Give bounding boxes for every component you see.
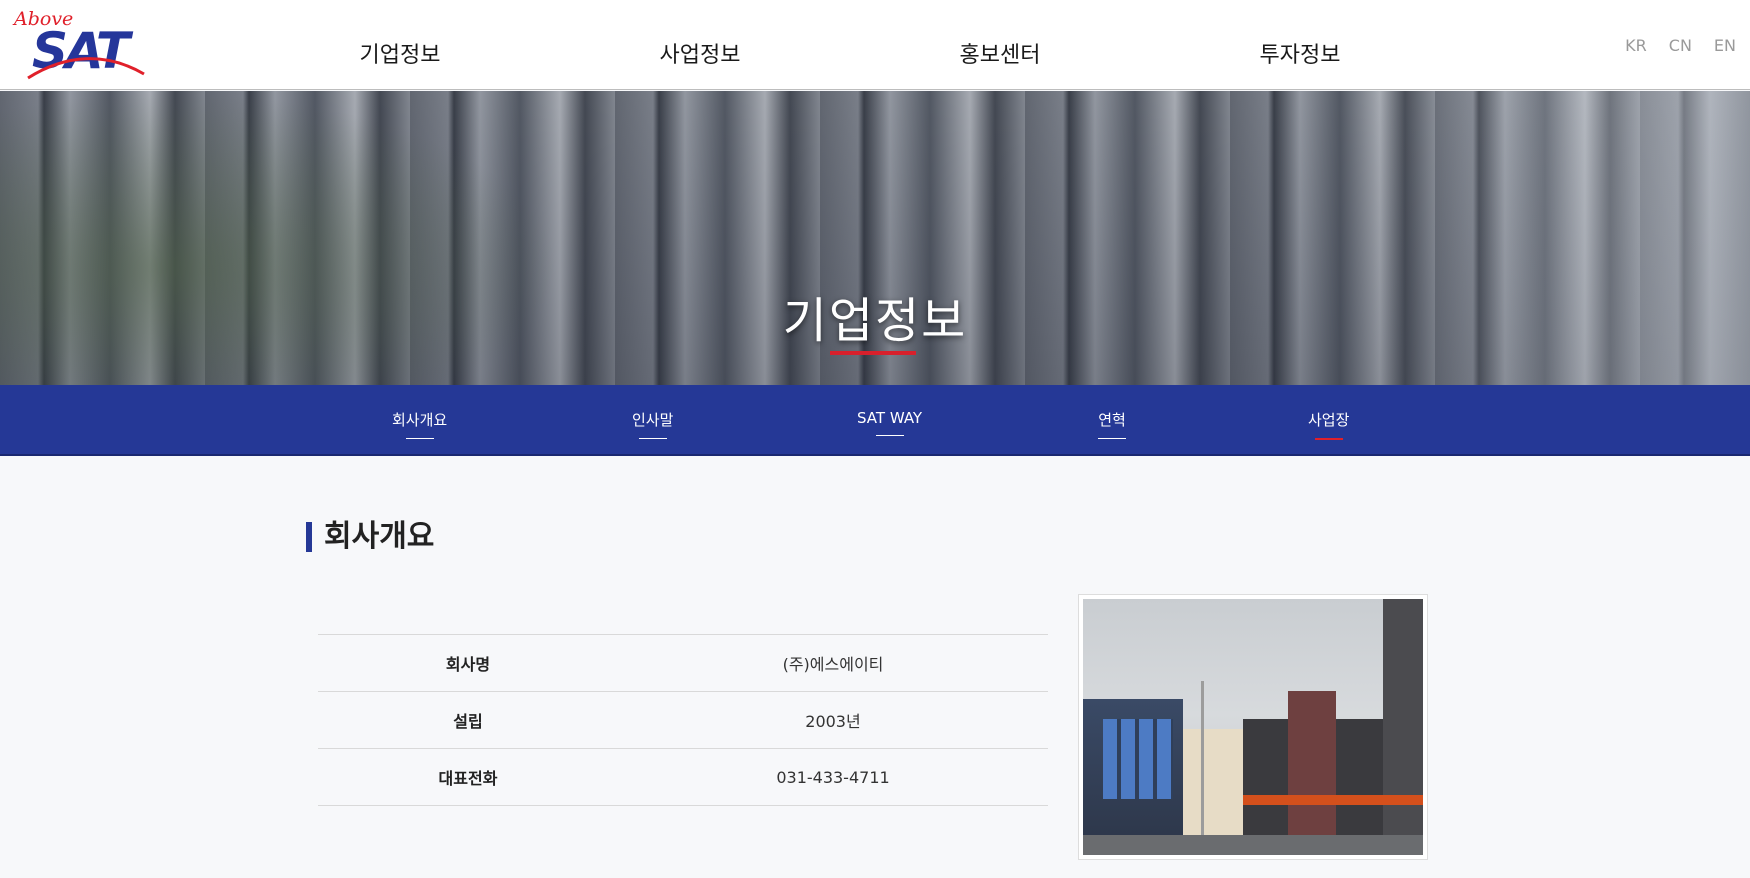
subnav-label: 회사개요 xyxy=(392,411,448,429)
row-value: 031-433-4711 xyxy=(776,767,890,787)
subnav-sat-way[interactable]: SAT WAY xyxy=(857,409,922,436)
subnav-underline xyxy=(875,435,904,436)
main-nav: 기업정보 사업정보 홍보센터 투자정보 xyxy=(250,0,1450,90)
row-value: 2003년 xyxy=(805,712,861,731)
row-value: (주)에스에이티 xyxy=(782,655,884,674)
nav-business-info[interactable]: 사업정보 xyxy=(550,0,850,90)
table-row: 회사명 (주)에스에이티 xyxy=(318,634,1048,692)
photo-lamp-pole xyxy=(1201,681,1204,855)
language-switcher: KR CN EN xyxy=(1625,36,1736,55)
lang-cn[interactable]: CN xyxy=(1669,36,1692,55)
hero-title-underline xyxy=(830,351,916,355)
photo-orange-stripe xyxy=(1243,795,1423,805)
section-title: 회사개요 xyxy=(306,522,434,552)
subnav-label: SAT WAY xyxy=(857,409,923,427)
hero-title: 기업정보 xyxy=(782,293,968,349)
subnav-greeting[interactable]: 인사말 xyxy=(632,409,673,439)
subnav-label: 사업장 xyxy=(1308,411,1350,429)
row-label: 설립 xyxy=(453,712,483,731)
subnav-label: 연혁 xyxy=(1098,411,1126,429)
company-info-table: 회사명 (주)에스에이티 설립 2003년 대표전화 031-433-4711 xyxy=(318,634,1048,806)
nav-pr-center[interactable]: 홍보센터 xyxy=(850,0,1150,90)
site-header: Above SAT 기업정보 사업정보 홍보센터 투자정보 KR CN EN xyxy=(0,0,1750,90)
nav-company-info[interactable]: 기업정보 xyxy=(250,0,550,90)
subnav-worksite[interactable]: 사업장 xyxy=(1308,409,1349,440)
nav-investor-info[interactable]: 투자정보 xyxy=(1150,0,1450,90)
subnav-company-overview[interactable]: 회사개요 xyxy=(392,409,447,439)
subnav-underline xyxy=(1098,438,1126,439)
photo-windows xyxy=(1103,719,1173,799)
photo-tower xyxy=(1288,691,1336,855)
sub-nav: 회사개요 인사말 SAT WAY 연혁 사업장 xyxy=(0,385,1750,456)
table-row: 대표전화 031-433-4711 xyxy=(318,748,1048,806)
hero-banner: 기업정보 xyxy=(0,91,1750,385)
subnav-underline xyxy=(638,438,667,439)
subnav-label: 인사말 xyxy=(632,411,674,429)
logo-swoosh-icon xyxy=(27,57,145,80)
subnav-underline-active xyxy=(1314,438,1343,440)
building-photo-image xyxy=(1083,599,1423,855)
photo-building-right xyxy=(1383,599,1423,855)
row-label: 회사명 xyxy=(445,655,491,674)
lang-kr[interactable]: KR xyxy=(1625,36,1647,55)
row-label: 대표전화 xyxy=(438,769,498,788)
table-row: 설립 2003년 xyxy=(318,691,1048,749)
subnav-history[interactable]: 연혁 xyxy=(1098,409,1126,439)
building-photo xyxy=(1078,594,1428,860)
photo-ground xyxy=(1083,835,1423,855)
subnav-underline xyxy=(405,438,434,439)
sat-logo[interactable]: Above SAT xyxy=(14,8,154,82)
lang-en[interactable]: EN xyxy=(1714,36,1736,55)
